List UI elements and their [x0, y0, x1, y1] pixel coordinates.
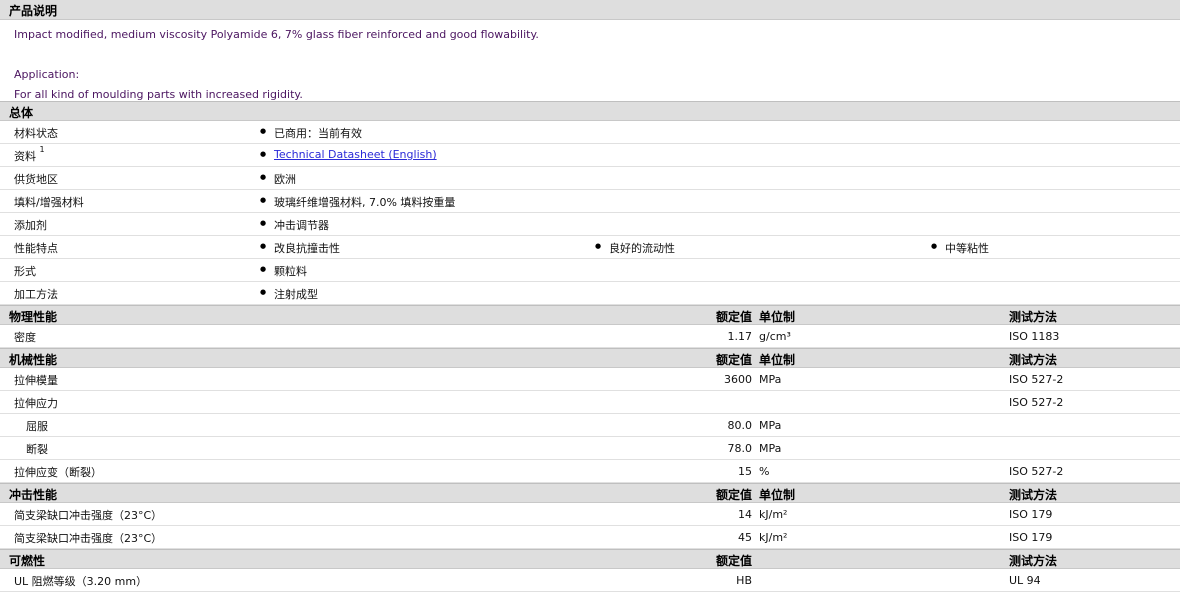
row-unit: g/cm³: [759, 330, 791, 343]
row-value: 欧洲: [260, 171, 296, 187]
row-value: 冲击调节器: [260, 217, 329, 233]
table-row: 资料 1 Technical Datasheet (English): [0, 144, 1180, 167]
table-row: 拉伸应力 ISO 527-2: [0, 391, 1180, 414]
row-value: 良好的流动性: [595, 240, 675, 256]
row-label: 性能特点: [14, 242, 58, 255]
table-row: 屈服 80.0 MPa: [0, 414, 1180, 437]
section-header-description: 产品说明: [0, 0, 1180, 20]
column-header-unit: 单位制: [759, 488, 796, 502]
row-label: 资料 1: [14, 145, 45, 163]
row-label: 简支梁缺口冲击强度（23°C）: [14, 509, 163, 522]
row-label: 密度: [14, 331, 36, 344]
row-value: 3600: [724, 373, 752, 386]
row-label: 添加剂: [14, 219, 47, 232]
row-value: 注射成型: [260, 286, 318, 302]
column-header-method: 测试方法: [1009, 310, 1058, 324]
table-row: 性能特点 改良抗撞击性 良好的流动性 中等粘性: [0, 236, 1180, 259]
section-header-mechanical: 机械性能 额定值 单位制 测试方法: [0, 348, 1180, 368]
row-label: 拉伸应变（断裂）: [14, 466, 102, 479]
row-unit: kJ/m²: [759, 508, 788, 521]
row-label: 屈服: [26, 420, 48, 433]
section-title: 机械性能: [9, 353, 58, 367]
column-header-unit: 单位制: [759, 310, 796, 324]
table-row: 简支梁缺口冲击强度（23°C） 45 kJ/m² ISO 179: [0, 526, 1180, 549]
row-value: 中等粘性: [931, 240, 989, 256]
table-row: 供货地区 欧洲: [0, 167, 1180, 190]
section-title: 产品说明: [9, 4, 58, 18]
table-row: 简支梁缺口冲击强度（23°C） 14 kJ/m² ISO 179: [0, 503, 1180, 526]
description-line: Application:: [14, 68, 80, 81]
row-method: ISO 527-2: [1009, 373, 1064, 386]
column-header-method: 测试方法: [1009, 488, 1058, 502]
description-line: [14, 45, 1180, 65]
column-header-nominal: 额定值: [715, 310, 752, 324]
section-header-general: 总体: [0, 101, 1180, 121]
table-row: 密度 1.17 g/cm³ ISO 1183: [0, 325, 1180, 348]
section-header-impact: 冲击性能 额定值 单位制 测试方法: [0, 483, 1180, 503]
section-title: 物理性能: [9, 310, 58, 324]
column-header-method: 测试方法: [1009, 554, 1058, 568]
table-row: 填料/增强材料 玻璃纤维增强材料, 7.0% 填料按重量: [0, 190, 1180, 213]
row-method: ISO 179: [1009, 531, 1053, 544]
row-value: 改良抗撞击性: [260, 240, 340, 256]
row-label: 供货地区: [14, 173, 58, 186]
row-value: 14: [738, 508, 752, 521]
row-value: 45: [738, 531, 752, 544]
table-row: 形式 颗粒料: [0, 259, 1180, 282]
row-unit: %: [759, 465, 770, 478]
row-method: ISO 527-2: [1009, 396, 1064, 409]
row-method: ISO 527-2: [1009, 465, 1064, 478]
row-unit: kJ/m²: [759, 531, 788, 544]
section-title: 总体: [9, 106, 34, 120]
row-value: 80.0: [727, 419, 753, 432]
row-value: 已商用：当前有效: [260, 125, 362, 141]
column-header-nominal: 额定值: [715, 554, 752, 568]
section-title: 冲击性能: [9, 488, 58, 502]
row-label: UL 阻燃等级（3.20 mm）: [14, 575, 148, 588]
column-header-nominal: 额定值: [715, 353, 752, 367]
table-row: UL 阻燃等级（3.20 mm） HB UL 94: [0, 569, 1180, 592]
row-value: HB: [736, 574, 752, 587]
table-row: 断裂 78.0 MPa: [0, 437, 1180, 460]
table-row: 拉伸模量 3600 MPa ISO 527-2: [0, 368, 1180, 391]
footnote-marker: 1: [39, 145, 45, 155]
row-value: 颗粒料: [260, 263, 307, 279]
row-value: 15: [738, 465, 752, 478]
description-line: Impact modified, medium viscosity Polyam…: [14, 28, 539, 41]
column-header-unit: 单位制: [759, 353, 796, 367]
datasheet-page: 产品说明 Impact modified, medium viscosity P…: [0, 0, 1180, 596]
row-unit: MPa: [759, 373, 782, 386]
table-row: 拉伸应变（断裂） 15 % ISO 527-2: [0, 460, 1180, 483]
row-label: 简支梁缺口冲击强度（23°C）: [14, 532, 163, 545]
row-unit: MPa: [759, 419, 782, 432]
technical-datasheet-link[interactable]: Technical Datasheet (English): [260, 148, 437, 161]
row-label: 形式: [14, 265, 36, 278]
row-method: ISO 1183: [1009, 330, 1060, 343]
column-header-nominal: 额定值: [715, 488, 752, 502]
section-title: 可燃性: [9, 554, 46, 568]
product-description: Impact modified, medium viscosity Polyam…: [0, 20, 1180, 101]
column-header-method: 测试方法: [1009, 353, 1058, 367]
row-value: 1.17: [727, 330, 753, 343]
row-value: 玻璃纤维增强材料, 7.0% 填料按重量: [260, 194, 455, 210]
row-value: 78.0: [727, 442, 753, 455]
row-label: 填料/增强材料: [14, 196, 84, 209]
row-label: 断裂: [26, 443, 48, 456]
row-unit: MPa: [759, 442, 782, 455]
row-label: 拉伸应力: [14, 397, 58, 410]
table-row: 添加剂 冲击调节器: [0, 213, 1180, 236]
row-label: 材料状态: [14, 127, 58, 140]
table-row: 材料状态 已商用：当前有效: [0, 121, 1180, 144]
row-method: UL 94: [1009, 574, 1041, 587]
row-label: 加工方法: [14, 288, 58, 301]
section-header-physical: 物理性能 额定值 单位制 测试方法: [0, 305, 1180, 325]
table-row: 加工方法 注射成型: [0, 282, 1180, 305]
row-label: 拉伸模量: [14, 374, 58, 387]
row-method: ISO 179: [1009, 508, 1053, 521]
section-header-flammability: 可燃性 额定值 测试方法: [0, 549, 1180, 569]
